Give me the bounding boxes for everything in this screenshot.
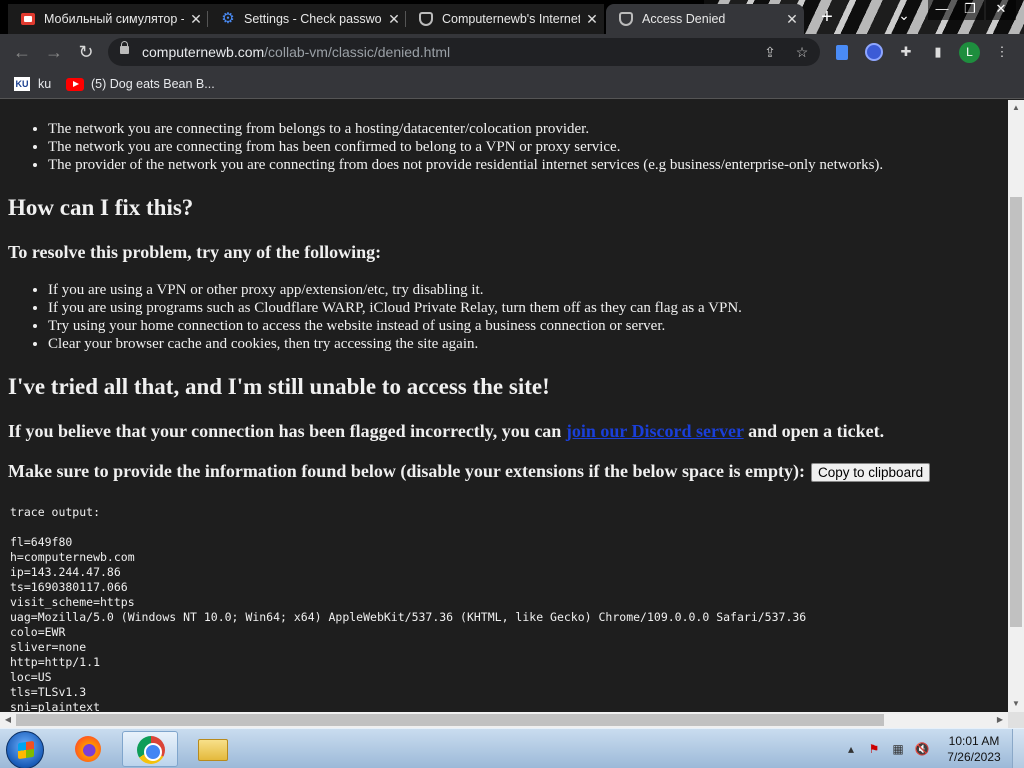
puzzle-icon[interactable]: ✚	[897, 43, 915, 61]
scroll-right-icon[interactable]: ▶	[992, 712, 1008, 728]
copy-to-clipboard-button[interactable]: Copy to clipboard	[811, 463, 931, 483]
restore-button[interactable]: ❐	[956, 0, 984, 20]
info-paragraph: Make sure to provide the information fou…	[8, 461, 931, 483]
tab-strip: Мобильный симулятор - ✕ ⚙ Settings - Che…	[0, 0, 1024, 34]
vertical-scrollbar[interactable]: ▲ ▼	[1008, 100, 1024, 712]
taskbar-file-explorer[interactable]	[184, 731, 240, 767]
action-center-flag-icon[interactable]: ⚑	[866, 741, 882, 757]
windows-logo-icon	[18, 740, 34, 760]
clock-time: 10:01 AM	[948, 734, 1000, 748]
forward-button[interactable]: →	[42, 40, 66, 64]
close-icon[interactable]: ✕	[382, 11, 406, 28]
tab-settings[interactable]: ⚙ Settings - Check passwo ✕	[208, 4, 406, 34]
gear-icon: ⚙	[221, 10, 235, 27]
horizontal-scrollbar[interactable]: ◀ ▶	[0, 712, 1008, 728]
reload-button[interactable]: ↻	[74, 40, 98, 64]
scroll-up-icon[interactable]: ▲	[1008, 100, 1024, 116]
taskbar: ▴ ⚑ ▦ 🔇 10:01 AM 7/26/2023	[0, 728, 1024, 768]
close-icon[interactable]: ✕	[580, 11, 604, 28]
start-button[interactable]	[6, 731, 44, 768]
system-clock[interactable]: 10:01 AM 7/26/2023	[940, 733, 1008, 765]
bookmark-youtube[interactable]: (5) Dog eats Bean B...	[66, 75, 215, 93]
bookmarks-bar: KU ku (5) Dog eats Bean B...	[0, 70, 1024, 99]
firefox-icon	[75, 736, 101, 762]
fixes-list: If you are using a VPN or other proxy ap…	[48, 281, 742, 353]
list-item: The network you are connecting from has …	[48, 138, 883, 156]
url-text[interactable]: computernewb.com/collab-vm/classic/denie…	[142, 44, 450, 60]
tab-title: Access Denied	[642, 12, 726, 26]
close-window-button[interactable]: ✕	[986, 0, 1016, 20]
chevron-down-icon[interactable]: ⌄	[893, 7, 915, 29]
close-icon[interactable]: ✕	[780, 11, 804, 28]
trace-output: trace output: fl=649f80 h=computernewb.c…	[10, 505, 807, 712]
taskbar-chrome[interactable]	[122, 731, 178, 767]
flagged-text-end: and open a ticket.	[743, 421, 885, 441]
avatar[interactable]: L	[959, 42, 980, 63]
tab-title: Мобильный симулятор -	[44, 12, 184, 26]
shield-icon	[618, 11, 634, 27]
shield-icon	[418, 11, 434, 27]
still-unable-heading: I've tried all that, and I'm still unabl…	[8, 374, 550, 399]
clock-date: 7/26/2023	[947, 750, 1001, 764]
bookmark-label: (5) Dog eats Bean B...	[91, 77, 215, 91]
scroll-left-icon[interactable]: ◀	[0, 712, 16, 728]
flagged-paragraph: If you believe that your connection has …	[8, 421, 884, 442]
minimize-button[interactable]: —	[928, 0, 956, 20]
list-item: If you are using a VPN or other proxy ap…	[48, 281, 742, 299]
tab-mobile-simulator[interactable]: Мобильный симулятор - ✕	[8, 4, 208, 34]
network-icon[interactable]: ▦	[890, 741, 906, 757]
tab-title: Settings - Check passwo	[244, 12, 382, 26]
browser-toolbar: ← → ↻ computernewb.com/collab-vm/classic…	[0, 34, 1024, 70]
list-item: If you are using programs such as Cloudf…	[48, 299, 742, 317]
tab-computernewb[interactable]: Computernewb's Internet ✕	[406, 4, 604, 34]
vertical-scroll-thumb[interactable]	[1010, 197, 1022, 627]
lock-icon[interactable]	[120, 41, 129, 54]
new-tab-button[interactable]: +	[815, 6, 839, 30]
youtube-icon	[66, 77, 84, 91]
chrome-icon	[137, 736, 165, 764]
side-panel-icon[interactable]: ▮	[929, 43, 947, 61]
list-item: Clear your browser cache and cookies, th…	[48, 335, 742, 353]
taskbar-firefox[interactable]	[60, 731, 116, 767]
extension-circle-icon[interactable]	[865, 43, 883, 61]
scroll-down-icon[interactable]: ▼	[1008, 696, 1024, 712]
resolve-heading: To resolve this problem, try any of the …	[8, 242, 382, 262]
info-text: Make sure to provide the information fou…	[8, 461, 806, 481]
discord-link[interactable]: join our Discord server	[566, 421, 744, 441]
red-flag-icon	[20, 11, 36, 27]
menu-kebab-icon[interactable]: ⋮	[993, 43, 1011, 61]
bookmark-ku[interactable]: KU ku	[14, 75, 51, 93]
show-desktop-button[interactable]	[1012, 729, 1024, 768]
file-explorer-icon	[198, 739, 228, 761]
horizontal-scroll-thumb[interactable]	[16, 714, 884, 726]
tab-access-denied[interactable]: Access Denied ✕	[606, 4, 804, 34]
show-hidden-icons-icon[interactable]: ▴	[843, 741, 859, 757]
star-icon[interactable]: ☆	[792, 42, 812, 62]
docs-extension-icon[interactable]	[836, 45, 848, 60]
volume-muted-icon[interactable]: 🔇	[914, 741, 930, 757]
back-button[interactable]: ←	[10, 40, 34, 64]
bookmark-label: ku	[38, 77, 52, 91]
fix-heading: How can I fix this?	[8, 195, 194, 220]
scrollbar-corner	[1008, 712, 1024, 728]
close-icon[interactable]: ✕	[184, 11, 208, 28]
list-item: The network you are connecting from belo…	[48, 120, 883, 138]
list-item: The provider of the network you are conn…	[48, 156, 883, 174]
share-icon[interactable]: ⇪	[760, 42, 780, 62]
page-content: The network you are connecting from belo…	[0, 100, 1008, 712]
reasons-list: The network you are connecting from belo…	[48, 120, 883, 174]
address-bar[interactable]: computernewb.com/collab-vm/classic/denie…	[108, 38, 820, 66]
flagged-text: If you believe that your connection has …	[8, 421, 566, 441]
list-item: Try using your home connection to access…	[48, 317, 742, 335]
ku-logo-icon: KU	[14, 77, 30, 91]
tab-title: Computernewb's Internet	[442, 12, 580, 26]
